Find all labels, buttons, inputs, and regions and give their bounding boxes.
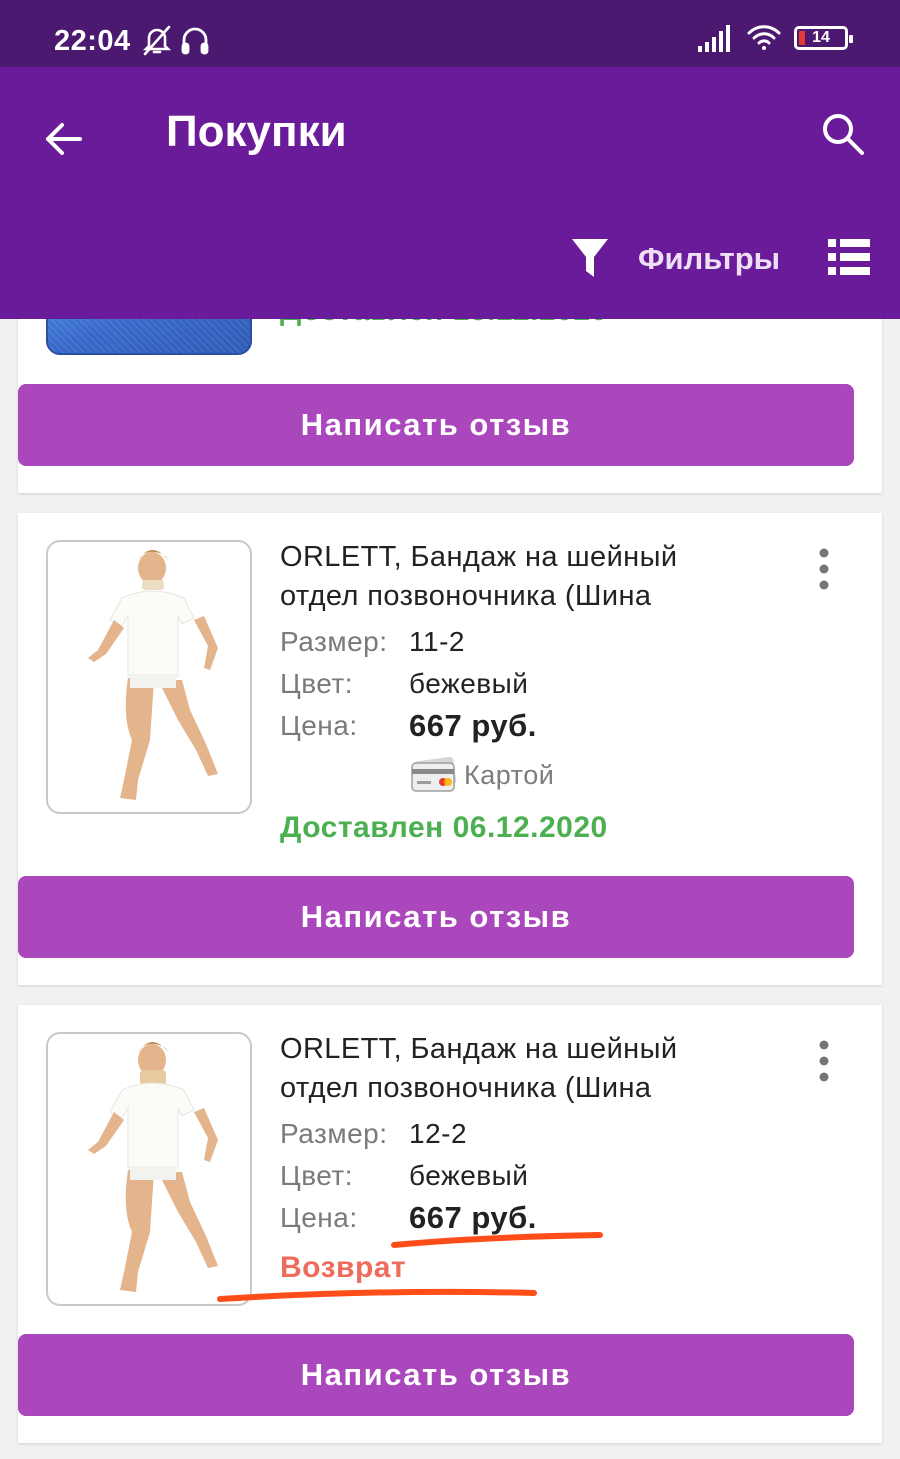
orders-list: Доставлен 13.12.2020 Написать отзыв ORLE…	[0, 319, 900, 1459]
color-label: Цвет:	[280, 1160, 354, 1191]
battery-low-indicator	[799, 31, 805, 45]
order-card: ORLETT, Бандаж на шейный отдел позвоночн…	[18, 513, 882, 985]
status-icons-left	[142, 24, 210, 56]
signal-icon	[698, 25, 730, 52]
price-label: Цена:	[280, 710, 358, 741]
list-view-icon	[828, 239, 870, 275]
product-image[interactable]	[46, 1032, 252, 1306]
write-review-button[interactable]: Написать отзыв	[18, 876, 854, 958]
search-button[interactable]	[820, 111, 866, 157]
arrow-left-icon	[46, 123, 82, 155]
order-card: Доставлен 13.12.2020 Написать отзыв	[18, 319, 882, 493]
credit-card-icon	[411, 757, 457, 792]
list-view-button[interactable]	[828, 239, 870, 275]
battery-icon: 14	[794, 26, 853, 50]
product-image[interactable]	[46, 540, 252, 814]
status-icons-right: 14	[698, 24, 853, 52]
wifi-icon	[747, 25, 781, 50]
filters-button[interactable]: Фильтры	[570, 235, 780, 283]
status-time: 22:04	[54, 25, 131, 57]
write-review-button[interactable]: Написать отзыв	[18, 1334, 854, 1416]
bell-off-icon	[142, 25, 172, 56]
size-value: 12-2	[409, 1118, 468, 1149]
order-status: Доставлен 13.12.2020	[280, 319, 608, 328]
product-photo-woman-icon	[88, 550, 218, 800]
price-value: 667 руб.	[409, 708, 537, 743]
price-label: Цена:	[280, 1202, 358, 1233]
product-title[interactable]: ORLETT, Бандаж на шейный отдел позвоночн…	[280, 538, 760, 616]
more-options-icon[interactable]	[814, 1039, 834, 1083]
status-bar: 22:04 14	[0, 0, 900, 67]
size-value: 11-2	[409, 626, 465, 657]
order-status: Возврат	[280, 1251, 407, 1284]
write-review-button[interactable]: Написать отзыв	[18, 384, 854, 466]
color-value: бежевый	[409, 668, 529, 699]
page-title: Покупки	[166, 107, 347, 156]
headphones-icon	[181, 27, 209, 55]
order-card: ORLETT, Бандаж на шейный отдел позвоночн…	[18, 1005, 882, 1443]
price-value: 667 руб.	[409, 1200, 537, 1235]
battery-level: 14	[812, 29, 830, 46]
payment-method: Картой	[410, 757, 554, 793]
color-value: бежевый	[409, 1160, 529, 1191]
payment-label: Картой	[464, 759, 555, 790]
more-options-icon[interactable]	[814, 547, 834, 591]
order-status: Доставлен 06.12.2020	[280, 811, 608, 844]
app-bar: Покупки Фильтры	[0, 67, 900, 319]
search-icon	[823, 114, 864, 155]
product-photo-woman-icon	[88, 1042, 218, 1292]
product-image[interactable]	[46, 319, 252, 355]
size-label: Размер:	[280, 1118, 388, 1149]
filters-label: Фильтры	[638, 241, 781, 276]
color-label: Цвет:	[280, 668, 354, 699]
back-button[interactable]	[40, 115, 88, 163]
product-title[interactable]: ORLETT, Бандаж на шейный отдел позвоночн…	[280, 1030, 760, 1108]
size-label: Размер:	[280, 626, 388, 657]
funnel-icon	[572, 239, 608, 277]
